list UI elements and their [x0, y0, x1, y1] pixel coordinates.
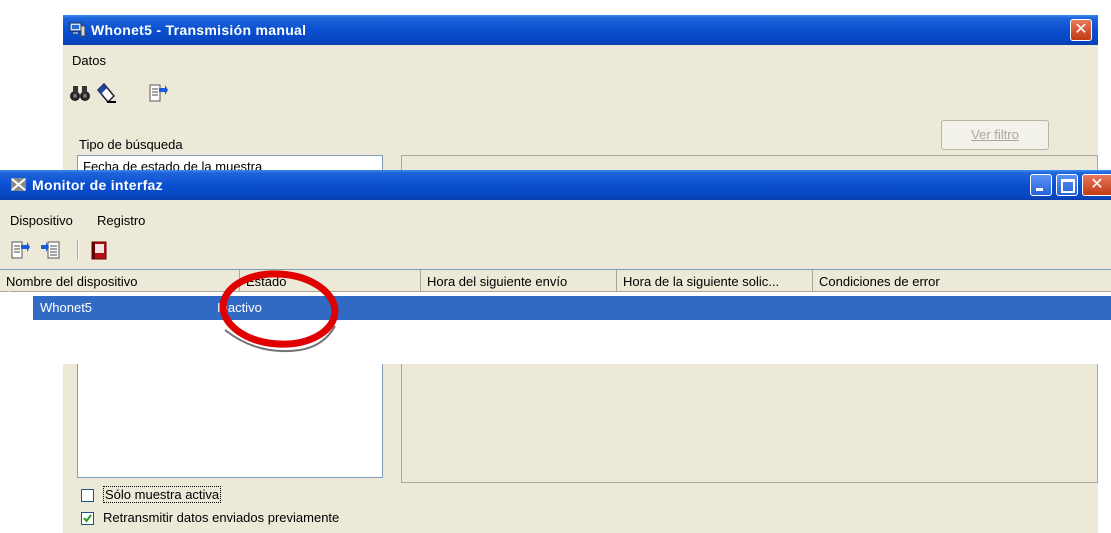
maximize-icon — [1061, 179, 1075, 193]
sample-list[interactable] — [77, 355, 383, 478]
send-icon[interactable] — [9, 239, 31, 261]
menu-bar: Datos — [63, 48, 1098, 72]
device-list[interactable]: Nombre del dispositivo Estado Hora del s… — [0, 269, 1111, 364]
column-header-device-name[interactable]: Nombre del dispositivo — [0, 270, 240, 291]
checkmark-icon — [83, 514, 92, 523]
ver-filtro-label: Ver filtro — [971, 127, 1019, 142]
column-header-next-send-time[interactable]: Hora del siguiente envío — [421, 270, 617, 291]
column-header-next-request-time[interactable]: Hora de la siguiente solic... — [617, 270, 813, 291]
menu-dispositivo[interactable]: Dispositivo — [10, 213, 73, 228]
monitor-interfaz-window: Monitor de interfaz ✕ Dispositivo Regist… — [0, 170, 1111, 364]
list-left-edge — [9, 291, 10, 364]
status-cell: Inactivo — [217, 300, 262, 315]
log-book-icon[interactable] — [88, 239, 110, 261]
retransmit-label: Retransmitir datos enviados previamente — [103, 510, 340, 525]
binoculars-icon[interactable] — [69, 82, 91, 104]
close-button[interactable]: ✕ — [1082, 174, 1111, 196]
ver-filtro-button[interactable]: Ver filtro — [941, 120, 1049, 150]
receive-icon[interactable] — [40, 239, 62, 261]
toolbar-separator — [77, 240, 79, 260]
interface-monitor-icon — [11, 178, 26, 191]
transmit-icon[interactable] — [147, 82, 169, 104]
list-header: Nombre del dispositivo Estado Hora del s… — [0, 270, 1111, 292]
eraser-icon[interactable] — [95, 82, 117, 104]
menu-registro[interactable]: Registro — [97, 213, 145, 228]
retransmit-checkbox[interactable] — [81, 512, 94, 525]
toolbar — [63, 79, 1098, 109]
transmision-manual-titlebar[interactable]: Whonet5 - Transmisión manual ✕ — [63, 15, 1098, 45]
window-title: Monitor de interfaz — [32, 177, 163, 193]
toolbar — [0, 237, 1111, 265]
only-active-sample-checkbox[interactable] — [81, 489, 94, 502]
close-icon: ✕ — [1074, 21, 1088, 38]
monitor-interfaz-titlebar[interactable]: Monitor de interfaz ✕ — [0, 170, 1111, 200]
column-header-status[interactable]: Estado — [240, 270, 421, 291]
menu-bar: Dispositivo Registro — [0, 208, 1111, 230]
computer-icon — [69, 22, 86, 37]
column-header-error-conditions[interactable]: Condiciones de error — [813, 270, 1111, 291]
menu-datos[interactable]: Datos — [72, 53, 106, 68]
search-type-label: Tipo de búsqueda — [79, 137, 183, 152]
close-button[interactable]: ✕ — [1070, 19, 1092, 41]
table-row[interactable]: Whonet5 Inactivo — [33, 296, 1111, 320]
minimize-icon — [1036, 188, 1043, 191]
maximize-button[interactable] — [1056, 174, 1078, 196]
only-active-sample-label: Sólo muestra activa — [103, 486, 222, 503]
device-name-cell: Whonet5 — [40, 300, 93, 315]
minimize-button[interactable] — [1030, 174, 1052, 196]
window-title: Whonet5 - Transmisión manual — [91, 22, 307, 38]
close-icon: ✕ — [1090, 176, 1104, 193]
